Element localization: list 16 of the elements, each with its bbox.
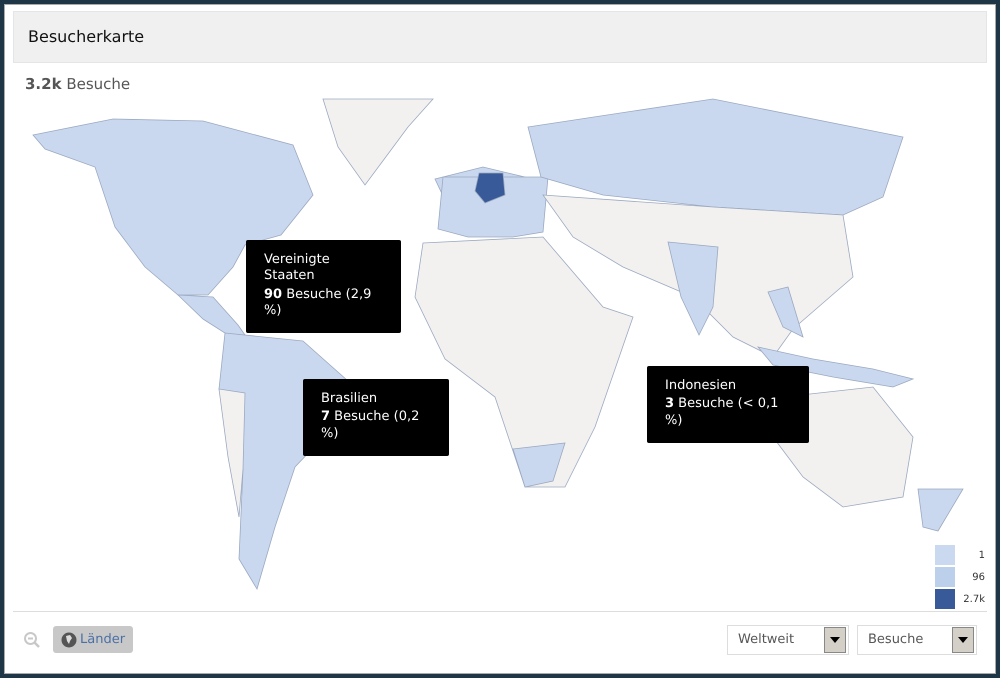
widget-title: Besucherkarte: [13, 11, 987, 63]
globe-icon: [61, 632, 77, 648]
country-name: Vereinigte Staaten: [264, 252, 331, 284]
country-name: Indonesien: [665, 378, 738, 394]
visits-summary: 3.2k Besuche: [24, 74, 132, 95]
dropdown[interactable]: Besuche: [857, 624, 977, 654]
legend-label: 1: [978, 548, 985, 562]
dropdown[interactable]: Weltweit: [727, 624, 849, 654]
country-name: Brasilien: [321, 391, 378, 408]
caret-icon: [830, 636, 840, 642]
legend-label: 2.7k: [962, 592, 985, 606]
legend-label: 96: [971, 570, 985, 584]
visit-count: 3 Besuche (< 0,1 %): [665, 396, 780, 429]
visit-count: 7 Besuche (0,2 %): [321, 409, 420, 442]
visit-count: 90 Besuche (2,9 %): [264, 286, 372, 319]
caret-icon: [958, 636, 968, 642]
